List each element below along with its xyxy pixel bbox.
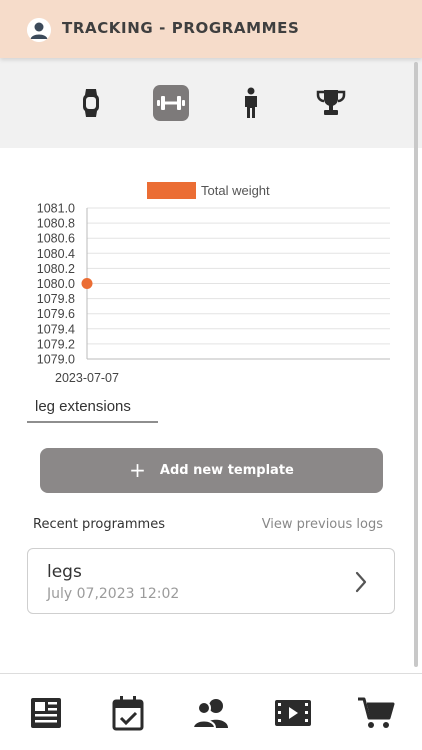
x-tick-label: 2023-07-07: [55, 371, 119, 385]
users-icon: [192, 699, 228, 729]
tab-workout[interactable]: [153, 85, 189, 121]
nav-videos[interactable]: [273, 694, 313, 732]
exercise-selector[interactable]: leg extensions: [27, 397, 158, 423]
user-avatar-icon[interactable]: [27, 18, 51, 42]
y-tick-label: 1081.0: [37, 202, 75, 216]
app-header: TRACKING - PROGRAMMES: [0, 0, 422, 58]
view-previous-logs-link[interactable]: View previous logs: [262, 517, 383, 532]
y-tick-label: 1079.0: [37, 353, 75, 367]
cart-icon: [358, 697, 395, 728]
y-tick-label: 1079.8: [37, 292, 75, 306]
programme-card[interactable]: legs July 07,2023 12:02: [27, 548, 395, 614]
nav-shop[interactable]: [356, 694, 396, 732]
bottom-navigation: [0, 673, 422, 750]
recent-programmes-heading: Recent programmes: [33, 517, 165, 532]
nav-news[interactable]: [26, 694, 66, 732]
tracking-tab-bar: [0, 58, 422, 148]
y-tick-label: 1079.6: [37, 307, 75, 321]
exercise-selected-value: leg extensions: [35, 398, 131, 415]
total-weight-chart: 1081.01080.81080.61080.41080.21080.01079…: [37, 202, 390, 385]
newspaper-icon: [31, 698, 61, 728]
y-tick-label: 1080.0: [37, 277, 75, 291]
programme-date: July 07,2023 12:02: [47, 586, 180, 602]
nav-community[interactable]: [191, 694, 231, 732]
calendar-check-icon: [112, 696, 144, 731]
tab-watch[interactable]: [73, 85, 109, 121]
tab-body[interactable]: [233, 85, 269, 121]
scrollbar[interactable]: [414, 62, 418, 667]
nav-calendar[interactable]: [108, 694, 148, 732]
tab-achievements[interactable]: [313, 85, 349, 121]
y-tick-label: 1079.2: [37, 337, 75, 351]
plus-icon: +: [129, 457, 146, 482]
trophy-icon: [316, 90, 346, 115]
watch-icon: [83, 89, 99, 117]
data-point: [81, 278, 93, 289]
chevron-right-icon: [355, 571, 367, 593]
y-tick-label: 1080.6: [37, 232, 75, 246]
dumbbell-icon: [157, 96, 185, 110]
y-tick-label: 1080.8: [37, 217, 75, 231]
y-tick-label: 1080.2: [37, 262, 75, 276]
y-tick-label: 1079.4: [37, 322, 75, 336]
film-icon: [275, 700, 311, 726]
y-tick-label: 1080.4: [37, 247, 75, 261]
page-title: TRACKING - PROGRAMMES: [62, 19, 300, 37]
add-template-label: Add new template: [159, 463, 294, 478]
programme-name: legs: [47, 562, 82, 582]
person-icon: [245, 87, 257, 118]
add-template-button[interactable]: + Add new template: [40, 448, 383, 493]
